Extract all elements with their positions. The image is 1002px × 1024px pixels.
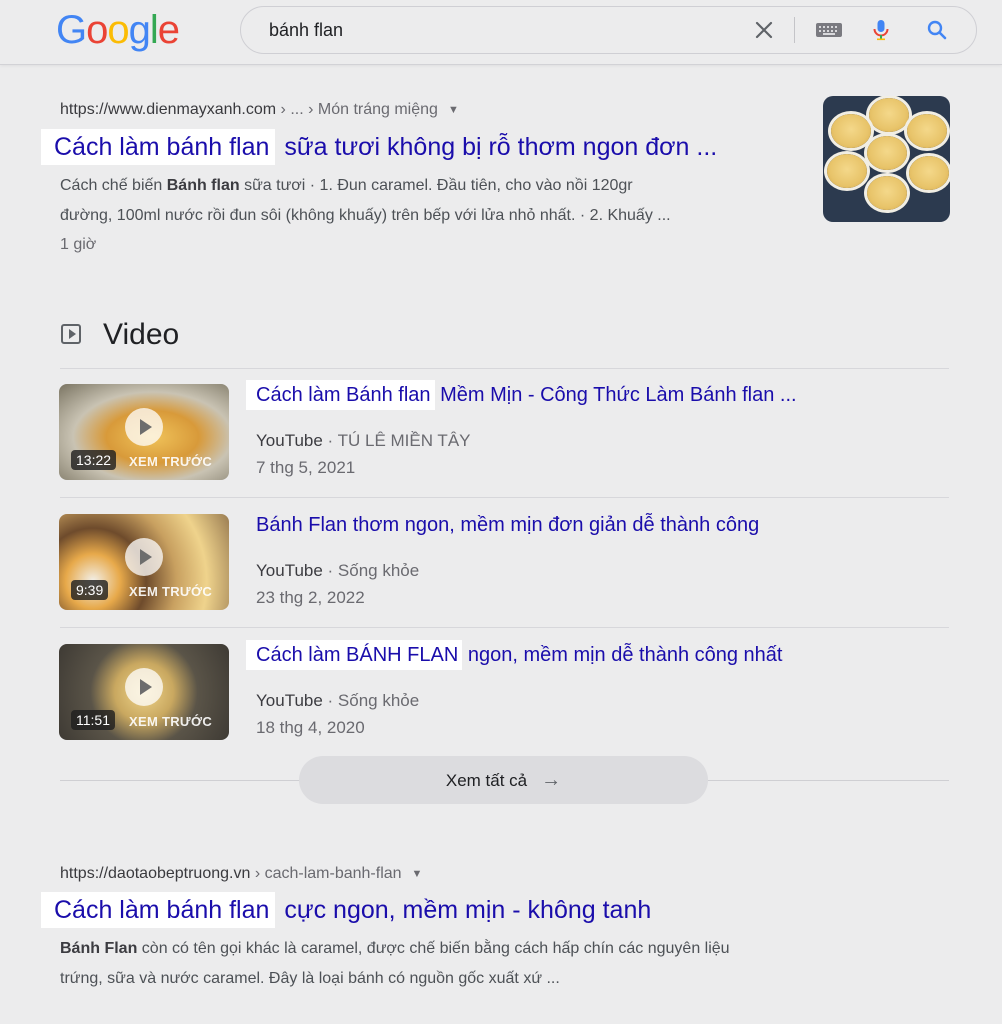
video-date: 18 thg 4, 2020 (256, 718, 365, 737)
logo-letter: e (157, 8, 180, 52)
result-1-site: https://www.dienmayxanh.com (60, 101, 277, 118)
chevron-down-icon[interactable]: ▼ (412, 868, 423, 880)
result-2-snippet: Bánh Flan còn có tên gọi khác là caramel… (60, 934, 880, 994)
result-2-citation[interactable]: https://daotaobeptruong.vn › cach-lam-ba… (60, 865, 422, 883)
video-play-icon (61, 324, 81, 344)
video-thumbnail[interactable]: 11:51 XEM TRƯỚC (59, 644, 229, 740)
result-1-citation[interactable]: https://www.dienmayxanh.com › ... › Món … (60, 101, 459, 119)
flan-cup (831, 114, 871, 148)
divider (60, 627, 949, 628)
video-duration: 13:22 (71, 450, 117, 470)
video-preview-label: XEM TRƯỚC (129, 714, 213, 729)
logo-letter: G (56, 8, 87, 52)
snippet-text: đường, 100ml nước rồi đun sôi (không khu… (60, 207, 671, 224)
search-icon[interactable] (925, 18, 949, 42)
search-input[interactable] (267, 17, 741, 43)
video-preview-label: XEM TRƯỚC (129, 584, 213, 599)
result-1-age: 1 giờ (60, 236, 97, 253)
video-title-highlight: Cách làm Bánh flan (246, 380, 435, 410)
logo-letter: g (128, 8, 151, 52)
top-bar: Google (0, 0, 1002, 65)
video-thumbnail[interactable]: 13:22 XEM TRƯỚC (59, 384, 229, 480)
play-icon (125, 538, 163, 576)
flan-cup (867, 136, 907, 170)
keyboard-icon[interactable] (815, 18, 843, 42)
video-thumbnail[interactable]: 9:39 XEM TRƯỚC (59, 514, 229, 610)
flan-cup (909, 156, 949, 190)
video-duration: 11:51 (71, 710, 115, 730)
snippet-text: Cách chế biến (60, 177, 167, 194)
snippet-bold: Bánh Flan (60, 940, 138, 957)
result-2-title-rest: cực ngon, mềm mịn - không tanh (277, 896, 652, 924)
video-preview-label: XEM TRƯỚC (129, 454, 213, 469)
video-title[interactable]: Bánh Flan thơm ngon, mềm mịn đơn giản dễ… (256, 514, 759, 537)
divider (60, 497, 949, 498)
video-source: YouTube · Sống khỏe (256, 691, 419, 711)
arrow-right-icon: → (541, 769, 562, 791)
snippet-text: sữa tươi · 1. Đun caramel. Đầu tiên, cho… (239, 177, 633, 194)
close-icon[interactable] (752, 18, 776, 42)
result-1-title[interactable]: Cách làm bánh flan sữa tươi không bị rỗ … (41, 129, 718, 165)
video-source-site: YouTube (256, 691, 323, 710)
flan-cup (907, 114, 947, 148)
result-1-title-highlight: Cách làm bánh flan (41, 129, 276, 165)
google-logo[interactable]: Google (56, 8, 180, 53)
play-icon (125, 408, 163, 446)
video-title-rest: ngon, mềm mịn dễ thành công nhất (462, 644, 783, 666)
video-channel: · Sống khỏe (322, 561, 420, 580)
video-title-rest: Mềm Mịn - Công Thức Làm Bánh flan ... (434, 384, 797, 406)
video-source: YouTube · Sống khỏe (256, 561, 419, 581)
play-icon (125, 668, 163, 706)
snippet-text: trứng, sữa và nước caramel. Đây là loại … (60, 970, 560, 987)
video-duration: 9:39 (71, 580, 109, 600)
result-2-path: › cach-lam-banh-flan (250, 865, 402, 882)
snippet-text: còn có tên gọi khác là caramel, được chế… (137, 940, 730, 957)
video-section-title: Video (103, 318, 180, 351)
logo-letter: o (86, 8, 108, 52)
video-source: YouTube · TÚ LÊ MIỀN TÂY (256, 431, 471, 451)
result-1-thumbnail[interactable] (823, 96, 950, 222)
video-title-rest: Bánh Flan thơm ngon, mềm mịn đơn giản dễ… (256, 514, 760, 536)
result-1-snippet: Cách chế biến Bánh flan sữa tươi · 1. Đu… (60, 171, 800, 231)
logo-letter: o (107, 8, 129, 52)
logo-letter: l (149, 8, 159, 52)
search-box[interactable] (240, 6, 977, 54)
search-divider (794, 17, 795, 43)
video-title[interactable]: Cách làm BÁNH FLAN ngon, mềm mịn dễ thàn… (246, 640, 783, 670)
video-date: 23 thg 2, 2022 (256, 588, 365, 607)
video-title[interactable]: Cách làm Bánh flan Mềm Mịn - Công Thức L… (246, 380, 797, 410)
result-2-title-highlight: Cách làm bánh flan (41, 892, 276, 928)
video-date: 7 thg 5, 2021 (256, 458, 356, 477)
video-source-site: YouTube (256, 561, 323, 580)
video-channel: · Sống khỏe (322, 691, 420, 710)
flan-cup (827, 154, 867, 188)
see-all-button[interactable]: Xem tất cả → (299, 756, 708, 804)
video-source-site: YouTube (256, 431, 323, 450)
video-channel: · TÚ LÊ MIỀN TÂY (322, 431, 471, 450)
result-2-title[interactable]: Cách làm bánh flan cực ngon, mềm mịn - k… (41, 892, 652, 928)
chevron-down-icon[interactable]: ▼ (448, 104, 459, 116)
divider (60, 368, 949, 369)
video-title-highlight: Cách làm BÁNH FLAN (246, 640, 463, 670)
result-1-title-rest: sữa tươi không bị rỗ thơm ngon đơn ... (277, 133, 718, 161)
flan-cup (867, 176, 907, 210)
result-2-site: https://daotaobeptruong.vn (60, 865, 251, 882)
result-1-path: › ... › Món tráng miệng (276, 101, 438, 118)
see-all-label: Xem tất cả (445, 771, 528, 790)
snippet-bold: Bánh flan (166, 177, 240, 194)
microphone-icon[interactable] (869, 18, 893, 42)
flan-cup (869, 98, 909, 132)
